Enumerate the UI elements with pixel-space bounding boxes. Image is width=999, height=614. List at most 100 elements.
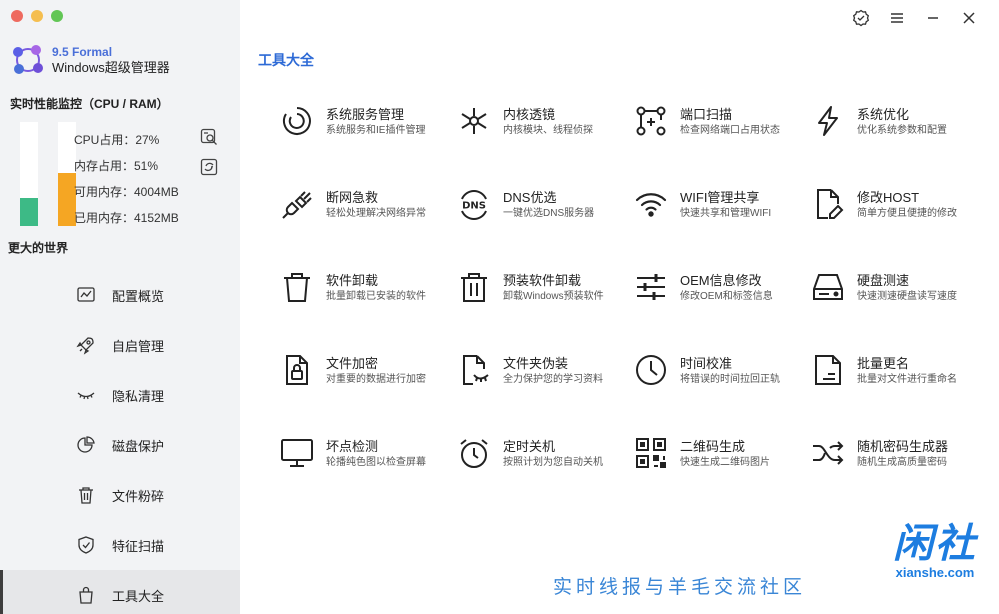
tool-folder-disguise[interactable]: 文件夹伪装全力保护您的学习资料 xyxy=(457,353,634,436)
tool-preinstall-uninstall[interactable]: 预装软件卸载卸载Windows预装软件 xyxy=(457,270,634,353)
tool-name: 端口扫描 xyxy=(680,107,733,122)
tool-batch-rename[interactable]: 批量更名 批量对文件进行重命名 xyxy=(811,353,988,436)
qrcode-icon xyxy=(634,436,668,470)
tool-desc: 按照计划为您自动关机 xyxy=(503,457,603,468)
nav-item-shredder[interactable]: 文件粉碎 xyxy=(0,470,240,520)
tool-name: 系统服务管理 xyxy=(326,107,405,122)
tool-name: 文件夹伪装 xyxy=(503,356,569,371)
cpu-usage-fill xyxy=(20,197,38,226)
tool-name: 二维码生成 xyxy=(680,439,746,454)
verified-icon[interactable] xyxy=(851,8,871,28)
tool-desc: 批量卸载已安装的软件 xyxy=(326,291,426,302)
tool-name: 预装软件卸载 xyxy=(503,273,582,288)
image-refresh-icon[interactable] xyxy=(200,158,218,176)
mem-used-text: 已用内存：4152MB xyxy=(74,211,179,225)
tool-name: 时间校准 xyxy=(680,356,733,371)
tool-desc: 快速共享和管理WIFI xyxy=(680,208,772,219)
bag-icon xyxy=(79,586,93,604)
tool-oem-edit[interactable]: OEM信息修改修改OEM和标签信息 xyxy=(634,270,811,353)
window-traffic-lights xyxy=(11,10,63,22)
edit-file-icon xyxy=(811,187,845,221)
tool-disk-speed[interactable]: 硬盘测速 快速测速硬盘读写速度 xyxy=(811,270,988,353)
tool-service-manager[interactable]: 系统服务管理 系统服务和IE插件管理 xyxy=(280,104,457,187)
nav-item-privacy[interactable]: 隐私清理 xyxy=(0,370,240,420)
tool-name: 定时关机 xyxy=(503,439,556,454)
tool-desc: 快速生成二维码图片 xyxy=(680,457,770,468)
tool-name: DNS优选 xyxy=(503,190,557,205)
monitor-icon xyxy=(280,436,314,470)
nav-item-startup[interactable]: 自启管理 xyxy=(0,320,240,370)
brand: 9.5 Formal Windows超级管理器 xyxy=(10,42,170,78)
minimize-dot-button[interactable] xyxy=(31,10,43,22)
tool-uninstall[interactable]: 软件卸载批量卸载已安装的软件 xyxy=(280,270,457,353)
perf-bars xyxy=(20,122,76,226)
tool-name: 修改HOST xyxy=(857,190,920,205)
tool-time-sync[interactable]: 时间校准将错误的时间拉回正轨 xyxy=(634,353,811,436)
tool-desc: 一键优选DNS服务器 xyxy=(503,208,595,219)
tool-system-optimize[interactable]: 系统优化 优化系统参数和配置 xyxy=(811,104,988,187)
tool-desc: 轻松处理解决网络异常 xyxy=(326,208,426,219)
cpu-usage-bar xyxy=(20,122,38,226)
tool-desc: 优化系统参数和配置 xyxy=(857,125,947,136)
pie-icon xyxy=(77,436,95,453)
tool-name: 坏点检测 xyxy=(326,439,379,454)
nav-item-tools[interactable]: 工具大全 xyxy=(0,570,240,614)
nav-label: 特征扫描 xyxy=(112,538,165,554)
tool-kernel-lens[interactable]: 内核透镜 内核模块、线程侦探 xyxy=(457,104,634,187)
tool-dns-optimize[interactable]: DNS DNS优选 一键优选DNS服务器 xyxy=(457,187,634,270)
alarm-icon xyxy=(457,436,491,470)
nav-item-overview[interactable]: 配置概览 xyxy=(0,270,240,320)
watermark-text: 实时线报与羊毛交流社区 xyxy=(553,577,807,598)
tool-qrcode[interactable]: 二维码生成快速生成二维码图片 xyxy=(634,436,811,519)
tool-password-generator[interactable]: 随机密码生成器 随机生成高质量密码 xyxy=(811,436,988,519)
tool-desc: 对重要的数据进行加密 xyxy=(326,374,426,385)
maximize-dot-button[interactable] xyxy=(51,10,63,22)
tool-port-scan[interactable]: 端口扫描 检查网络端口占用状态 xyxy=(634,104,811,187)
tool-desc: 将错误的时间拉回正轨 xyxy=(680,374,780,385)
tool-desc: 批量对文件进行重命名 xyxy=(857,374,957,385)
tool-name: OEM信息修改 xyxy=(680,273,762,288)
watermark-logo-en: xianshe.com xyxy=(895,565,975,580)
image-search-icon[interactable] xyxy=(200,128,218,146)
shuffle-icon xyxy=(811,436,845,470)
tool-desc: 简单方便且便捷的修改 xyxy=(857,208,957,219)
tool-name: 硬盘测速 xyxy=(857,273,910,288)
tool-name: 文件加密 xyxy=(326,356,379,371)
window-controls xyxy=(851,8,979,28)
slogan: 更大的世界 xyxy=(8,241,69,255)
tool-name: WIFI管理共享 xyxy=(680,190,760,205)
tool-desc: 卸载Windows预装软件 xyxy=(503,291,604,302)
menu-icon[interactable] xyxy=(887,8,907,28)
close-icon[interactable] xyxy=(959,8,979,28)
page-title: 工具大全 xyxy=(258,52,314,68)
perf-monitor-title: 实时性能监控（CPU / RAM） xyxy=(10,97,169,111)
tool-desc: 全力保护您的学习资料 xyxy=(503,374,603,385)
watermark-logo: 闲社 xianshe.com xyxy=(893,522,977,580)
tool-wifi-share[interactable]: WIFI管理共享快速共享和管理WIFI xyxy=(634,187,811,270)
minimize-icon[interactable] xyxy=(923,8,943,28)
mask-file-icon xyxy=(457,353,491,387)
plug-icon xyxy=(280,187,314,221)
tool-desc: 修改OEM和标签信息 xyxy=(680,291,773,302)
tool-name: 内核透镜 xyxy=(503,107,556,122)
nav-item-scan[interactable]: 特征扫描 xyxy=(0,520,240,570)
close-dot-button[interactable] xyxy=(11,10,23,22)
app-logo-icon xyxy=(10,42,46,78)
cpu-usage-text: CPU占用：27% xyxy=(74,133,160,147)
tool-file-encrypt[interactable]: 文件加密对重要的数据进行加密 xyxy=(280,353,457,436)
tool-network-rescue[interactable]: 断网急救轻松处理解决网络异常 xyxy=(280,187,457,270)
lightning-icon xyxy=(811,104,845,138)
wifi-icon xyxy=(634,187,668,221)
tool-edit-host[interactable]: 修改HOST 简单方便且便捷的修改 xyxy=(811,187,988,270)
rocket-icon xyxy=(76,337,94,355)
clock-icon xyxy=(634,353,668,387)
tool-dead-pixel[interactable]: 坏点检测 轮播纯色图以检查屏幕 xyxy=(280,436,457,519)
perf-stats: CPU占用：27% 内存占用：51% 可用内存：4004MB 已用内存：4152… xyxy=(74,130,179,234)
nav-label: 隐私清理 xyxy=(112,388,165,404)
port-icon xyxy=(634,104,668,138)
service-icon xyxy=(280,104,314,138)
nav-item-disk-protect[interactable]: 磁盘保护 xyxy=(0,420,240,470)
tool-name: 软件卸载 xyxy=(326,273,379,288)
tool-scheduled-shutdown[interactable]: 定时关机按照计划为您自动关机 xyxy=(457,436,634,519)
tool-name: 断网急救 xyxy=(326,190,379,205)
